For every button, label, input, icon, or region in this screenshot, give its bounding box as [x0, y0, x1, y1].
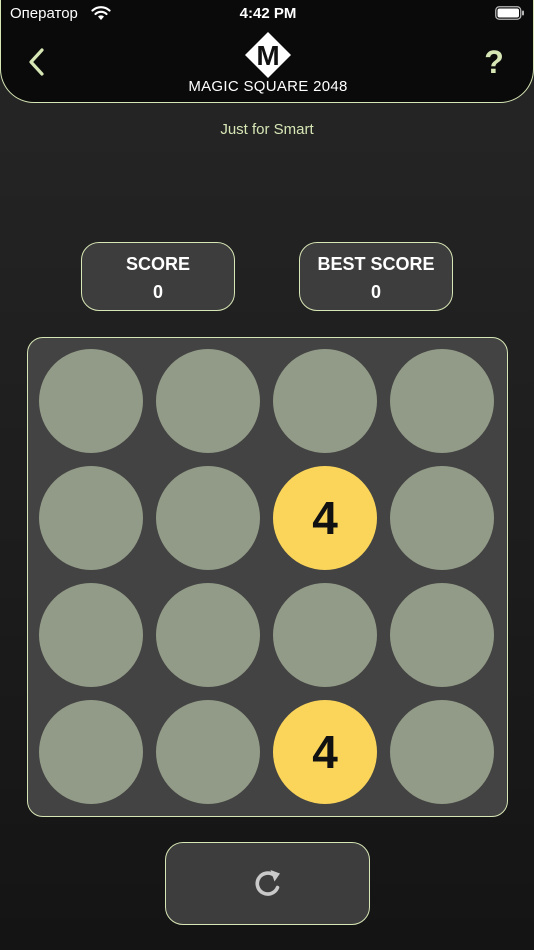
score-value: 0: [152, 282, 163, 302]
best-score-box: BEST SCORE 0: [299, 242, 453, 311]
empty-cell: [39, 700, 143, 804]
status-time: 4:42 PM: [239, 5, 297, 22]
empty-cell: [390, 466, 494, 570]
app-logo: M: [244, 31, 292, 79]
empty-cell: [273, 349, 377, 453]
battery-icon: [495, 6, 524, 20]
refresh-icon: [255, 870, 280, 896]
game-board[interactable]: 44: [27, 337, 508, 817]
empty-cell: [390, 349, 494, 453]
empty-cell: [39, 583, 143, 687]
empty-cell: [156, 700, 260, 804]
empty-cell: [390, 583, 494, 687]
question-icon: ?: [484, 44, 504, 80]
chevron-left-icon: [29, 48, 44, 76]
empty-cell: [39, 466, 143, 570]
empty-cell: [156, 583, 260, 687]
empty-cell: [390, 700, 494, 804]
empty-cell: [156, 466, 260, 570]
top-bar: Оператор 4:42 PM M MAGIC SQUARE 2048 ?: [0, 0, 534, 103]
empty-cell: [156, 349, 260, 453]
tagline: Just for Smart: [220, 121, 314, 138]
logo-letter: M: [256, 40, 279, 71]
tile: 4: [273, 700, 377, 804]
help-button[interactable]: ?: [477, 44, 511, 80]
app-title: MAGIC SQUARE 2048: [188, 78, 348, 95]
empty-cell: [273, 583, 377, 687]
tile: 4: [273, 466, 377, 570]
restart-button[interactable]: [165, 842, 370, 925]
back-button[interactable]: [25, 46, 51, 78]
score-box: SCORE 0: [81, 242, 235, 311]
best-score-value: 0: [370, 282, 381, 302]
empty-cell: [39, 349, 143, 453]
status-bar: Оператор 4:42 PM: [1, 0, 534, 28]
score-label: SCORE: [125, 254, 190, 274]
best-score-label: BEST SCORE: [317, 254, 435, 274]
